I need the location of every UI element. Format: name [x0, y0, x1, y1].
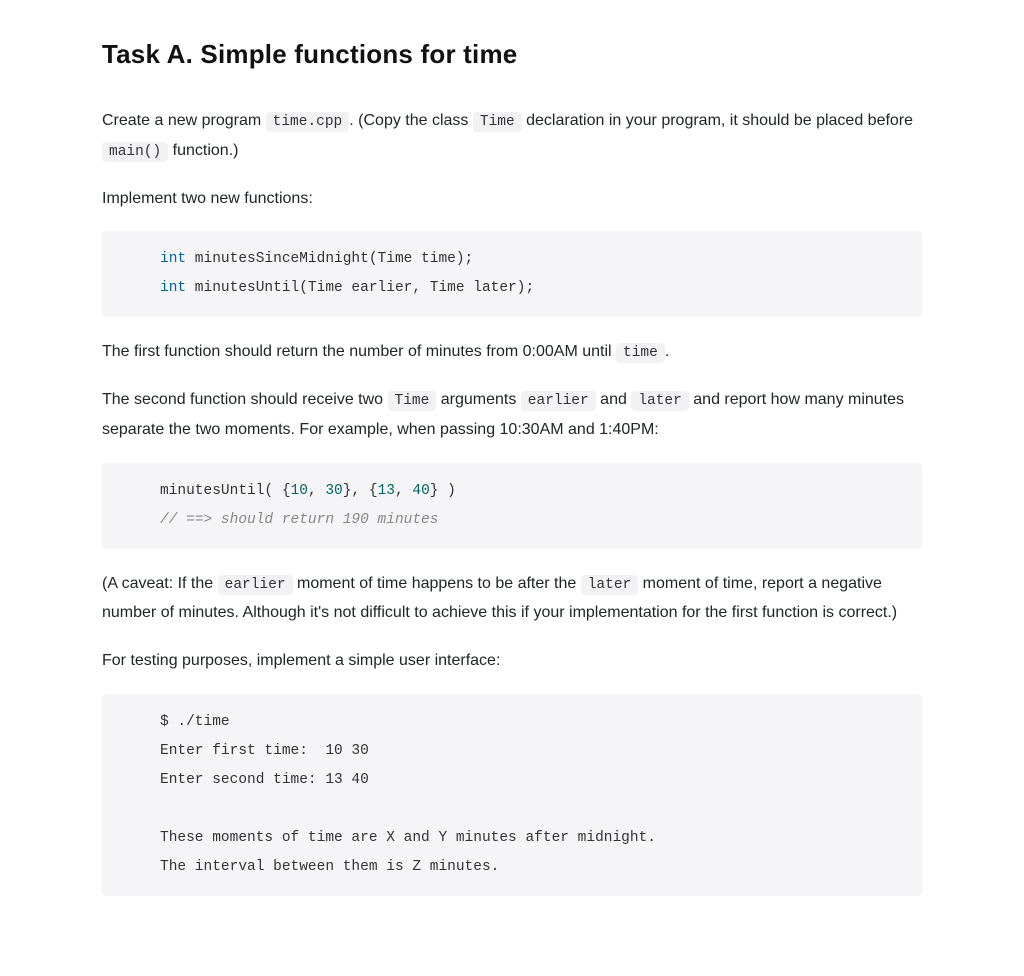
- code-text: }, {: [343, 483, 378, 499]
- code-text: ,: [395, 483, 412, 499]
- text: The second function should receive two: [102, 391, 388, 408]
- paragraph-second-fn: The second function should receive two T…: [102, 385, 922, 444]
- code-number: 30: [325, 483, 342, 499]
- text: arguments: [436, 391, 520, 408]
- code-text: minutesUntil( {: [160, 483, 291, 499]
- paragraph-implement: Implement two new functions:: [102, 184, 922, 214]
- code-inline-earlier: earlier: [521, 391, 596, 411]
- code-number: 13: [378, 483, 395, 499]
- code-comment: // ==> should return 190 minutes: [160, 512, 438, 528]
- code-text: ,: [308, 483, 325, 499]
- code-number: 40: [412, 483, 429, 499]
- text: (A caveat: If the: [102, 575, 218, 592]
- paragraph-intro: Create a new program time.cpp. (Copy the…: [102, 106, 922, 166]
- code-keyword: int: [160, 251, 186, 267]
- text: declaration in your program, it should b…: [522, 112, 913, 129]
- code-block-signatures: int minutesSinceMidnight(Time time); int…: [102, 231, 922, 317]
- task-document: Task A. Simple functions for time Create…: [42, 0, 982, 976]
- code-inline-time-cpp: time.cpp: [266, 112, 350, 132]
- code-number: 10: [291, 483, 308, 499]
- paragraph-first-fn: The first function should return the num…: [102, 337, 922, 367]
- text: moment of time happens to be after the: [293, 575, 581, 592]
- code-inline-main: main(): [102, 142, 168, 162]
- text: . (Copy the class: [349, 112, 473, 129]
- text: The first function should return the num…: [102, 343, 616, 360]
- code-inline-later: later: [581, 575, 639, 595]
- task-heading: Task A. Simple functions for time: [102, 32, 922, 76]
- paragraph-testing: For testing purposes, implement a simple…: [102, 646, 922, 676]
- code-block-terminal: $ ./time Enter first time: 10 30 Enter s…: [102, 694, 922, 896]
- paragraph-caveat: (A caveat: If the earlier moment of time…: [102, 569, 922, 628]
- code-inline-time-arg: time: [616, 343, 665, 363]
- code-text: minutesUntil(Time earlier, Time later);: [186, 280, 534, 296]
- code-inline-later: later: [631, 391, 689, 411]
- text: and: [596, 391, 632, 408]
- code-keyword: int: [160, 280, 186, 296]
- code-inline-time-type: Time: [388, 391, 437, 411]
- code-inline-earlier: earlier: [218, 575, 293, 595]
- code-text: } ): [430, 483, 456, 499]
- code-text: minutesSinceMidnight(Time time);: [186, 251, 473, 267]
- code-inline-time-class: Time: [473, 112, 522, 132]
- text: Create a new program: [102, 112, 266, 129]
- code-block-example: minutesUntil( {10, 30}, {13, 40} ) // ==…: [102, 463, 922, 549]
- text: function.): [168, 142, 238, 159]
- text: .: [665, 343, 669, 360]
